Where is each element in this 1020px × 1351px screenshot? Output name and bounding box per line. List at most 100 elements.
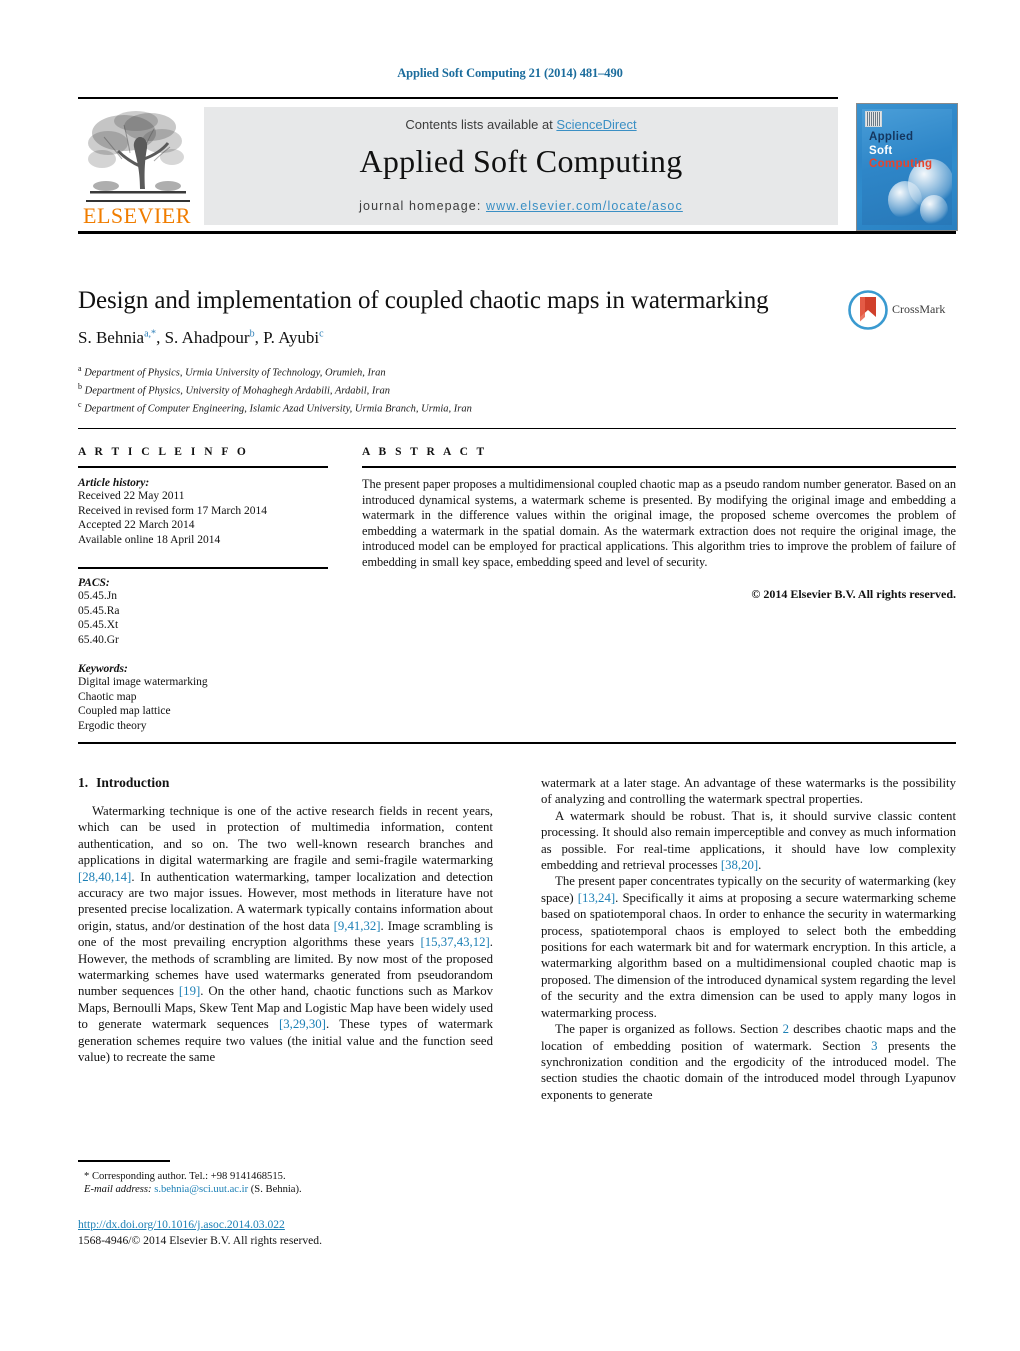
affiliation-b: b Department of Physics, University of M… xyxy=(78,380,956,398)
affiliation-c-text: Department of Computer Engineering, Isla… xyxy=(84,403,472,415)
email-note: E-mail address: s.behnia@sci.uut.ac.ir (… xyxy=(78,1183,493,1197)
abstract-text: The present paper proposes a multidimens… xyxy=(362,477,956,569)
elsevier-tree-icon xyxy=(88,111,186,194)
sciencedirect-link[interactable]: ScienceDirect xyxy=(556,117,636,132)
masthead-center-panel: Contents lists available at ScienceDirec… xyxy=(204,107,838,225)
info-section-top-rule xyxy=(78,428,956,429)
paper-page: Applied Soft Computing 21 (2014) 481–490 xyxy=(0,0,1020,1351)
paragraph: The present paper concentrates typically… xyxy=(541,874,956,1020)
email-owner: (S. Behnia). xyxy=(250,1184,302,1195)
section-ref[interactable]: 3 xyxy=(861,1039,877,1053)
crossmark-badge[interactable]: CrossMark xyxy=(848,290,956,330)
affiliation-c: c Department of Computer Engineering, Is… xyxy=(78,398,956,416)
contents-lists-prefix: Contents lists available at xyxy=(405,117,557,132)
citation-ref[interactable]: [3,29,30] xyxy=(279,1017,326,1031)
article-history-label: Article history: xyxy=(78,477,150,489)
journal-cover-thumbnail: Applied Soft Computing xyxy=(856,103,958,231)
masthead-top-rule xyxy=(78,97,838,99)
paragraph: watermark at a later stage. An advantage… xyxy=(541,776,956,807)
keyword-item: Ergodic theory xyxy=(78,719,147,732)
citation-ref[interactable]: [38,20] xyxy=(721,858,758,872)
elsevier-logo: ELSEVIER xyxy=(78,107,196,229)
section-heading-introduction: 1. Introduction xyxy=(78,775,493,791)
section-number: 1. xyxy=(78,775,89,790)
crossmark-label: CrossMark xyxy=(892,302,946,316)
author-list: S. Behniaa,*, S. Ahadpourb, P. Ayubic xyxy=(78,328,324,347)
elsevier-logo-rule xyxy=(86,200,190,202)
journal-title: Applied Soft Computing xyxy=(359,143,683,179)
abstract-column: A B S T R A C T The present paper propos… xyxy=(362,446,956,602)
contents-lists-line: Contents lists available at ScienceDirec… xyxy=(204,117,838,132)
citation-ref[interactable]: [13,24] xyxy=(578,891,615,905)
doi-link[interactable]: http://dx.doi.org/10.1016/j.asoc.2014.03… xyxy=(78,1218,285,1231)
article-info-heading: A R T I C L E I N F O xyxy=(78,446,249,458)
article-history-item: Accepted 22 March 2014 xyxy=(78,519,195,531)
author-marker-c: c xyxy=(319,328,324,340)
journal-homepage-line: journal homepage: www.elsevier.com/locat… xyxy=(204,199,838,213)
pacs-item: 05.45.Jn xyxy=(78,590,117,602)
running-head: Applied Soft Computing 21 (2014) 481–490 xyxy=(397,66,623,80)
paragraph: Watermarking technique is one of the act… xyxy=(78,804,493,1065)
keywords-label: Keywords: xyxy=(78,663,128,675)
citation-ref[interactable]: [28,40,14] xyxy=(78,870,131,884)
section-title: Introduction xyxy=(96,775,170,790)
paragraph: The paper is organized as follows. Secti… xyxy=(541,1022,956,1102)
footnote-block: * Corresponding author. Tel.: +98 914146… xyxy=(78,1160,493,1197)
keyword-item: Coupled map lattice xyxy=(78,705,171,717)
issn-copyright-line: 1568-4946/© 2014 Elsevier B.V. All right… xyxy=(78,1234,322,1247)
abstract-heading: A B S T R A C T xyxy=(362,446,488,458)
body-column-left: 1. Introduction Watermarking technique is… xyxy=(78,775,493,1066)
body-columns: 1. Introduction Watermarking technique is… xyxy=(78,775,956,1205)
footnote-rule xyxy=(78,1160,170,1162)
abstract-rule xyxy=(362,466,956,468)
cover-line-applied: Applied xyxy=(869,131,914,143)
journal-cover-artwork: Applied Soft Computing xyxy=(862,109,952,225)
author-marker-a: a,* xyxy=(144,328,157,340)
keyword-item: Chaotic map xyxy=(78,690,137,703)
elsevier-wordmark: ELSEVIER xyxy=(83,203,191,228)
affiliation-list: a Department of Physics, Urmia Universit… xyxy=(78,362,956,416)
author-marker-b: b xyxy=(249,328,255,340)
article-info-column: A R T I C L E I N F O Article history: R… xyxy=(78,446,328,733)
article-history-item: Received in revised form 17 March 2014 xyxy=(78,504,268,517)
citation-ref[interactable]: [19] xyxy=(179,984,200,998)
corresponding-author-note: * Corresponding author. Tel.: +98 914146… xyxy=(84,1170,286,1182)
pacs-item: 65.40.Gr xyxy=(78,633,119,646)
abstract-copyright: © 2014 Elsevier B.V. All rights reserved… xyxy=(751,586,956,601)
article-info-rule xyxy=(78,466,328,468)
pacs-item: 05.45.Xt xyxy=(78,619,119,631)
citation-ref[interactable]: [9,41,32] xyxy=(334,919,381,933)
footer-block: http://dx.doi.org/10.1016/j.asoc.2014.03… xyxy=(78,1215,578,1248)
article-history-item: Received 22 May 2011 xyxy=(78,490,185,502)
section-ref[interactable]: 2 xyxy=(778,1022,789,1036)
affiliation-a-text: Department of Physics, Urmia University … xyxy=(84,367,386,379)
pacs-item: 05.45.Ra xyxy=(78,604,120,617)
citation-ref[interactable]: [15,37,43,12] xyxy=(420,935,489,949)
title-block: Design and implementation of coupled cha… xyxy=(78,286,956,416)
affiliation-marker-a: a xyxy=(78,364,82,373)
email-label: E-mail address: xyxy=(84,1184,152,1195)
masthead-bottom-rule xyxy=(78,231,956,234)
cover-line-computing: Computing xyxy=(869,158,933,170)
affiliation-a: a Department of Physics, Urmia Universit… xyxy=(78,362,956,380)
page-title: Design and implementation of coupled cha… xyxy=(78,287,769,314)
journal-masthead: ELSEVIER Contents lists available at Sci… xyxy=(78,97,958,234)
article-history-item: Available online 18 April 2014 xyxy=(78,533,221,546)
cover-blob-3 xyxy=(920,195,948,225)
journal-homepage-label: journal homepage: xyxy=(359,199,482,213)
cover-barcode-icon xyxy=(865,111,882,127)
keyword-item: Digital image watermarking xyxy=(78,676,208,688)
journal-homepage-link[interactable]: www.elsevier.com/locate/asoc xyxy=(486,199,683,213)
paragraph: A watermark should be robust. That is, i… xyxy=(541,808,956,873)
cover-title-text: Applied Soft Computing xyxy=(869,131,932,172)
email-link[interactable]: s.behnia@sci.uut.ac.ir xyxy=(154,1184,248,1195)
crossmark-icon xyxy=(848,290,888,330)
affiliation-marker-b: b xyxy=(78,382,82,391)
affiliation-marker-c: c xyxy=(78,400,82,409)
pacs-label: PACS: xyxy=(78,577,110,589)
pacs-rule xyxy=(78,567,328,569)
cover-line-soft: Soft xyxy=(869,144,893,157)
info-section-bottom-rule xyxy=(78,742,956,744)
